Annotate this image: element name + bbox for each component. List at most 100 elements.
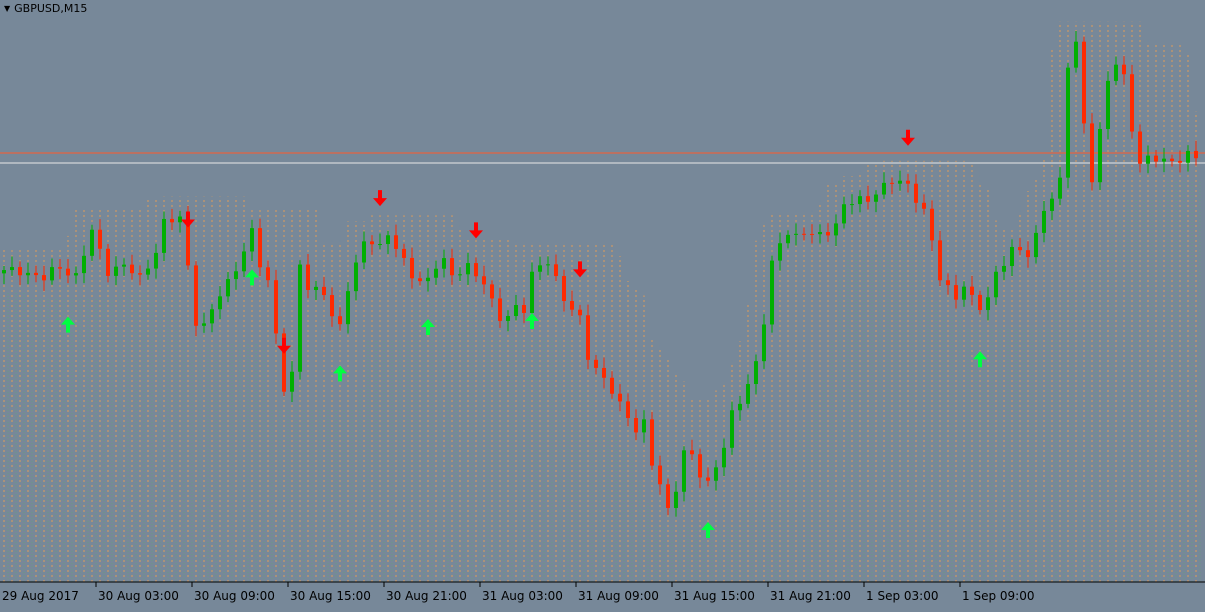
time-tick-label: 29 Aug 2017 (2, 589, 79, 603)
bull-candle (898, 180, 902, 184)
bull-candle (314, 286, 318, 290)
bear-candle (138, 273, 142, 275)
bull-candle (874, 194, 878, 202)
horizontal-levels (0, 152, 1205, 164)
bull-candle (538, 265, 542, 272)
bear-candle (554, 264, 558, 277)
bull-candle (1106, 80, 1110, 130)
time-tick-label: 30 Aug 21:00 (386, 589, 467, 603)
bull-candle (466, 263, 470, 275)
bull-candle (26, 272, 30, 276)
bear-candle (666, 484, 670, 508)
bull-candle (642, 419, 646, 433)
sell-arrow-icon (181, 211, 195, 228)
bear-candle (922, 202, 926, 209)
bull-candle (674, 491, 678, 508)
bull-candle (714, 467, 718, 481)
bear-candle (610, 377, 614, 394)
bear-candle (586, 315, 590, 360)
bull-candle (122, 264, 126, 267)
bull-candle (834, 223, 838, 236)
bear-candle (98, 229, 102, 249)
bear-candle (402, 248, 406, 258)
bear-candle (690, 450, 694, 455)
bull-candle (74, 273, 78, 276)
bear-candle (274, 280, 278, 334)
bear-candle (370, 241, 374, 245)
bear-candle (658, 465, 662, 485)
bull-candle (754, 361, 758, 385)
bear-candle (418, 278, 422, 282)
price-chart[interactable]: 29 Aug 2017 30 Aug 03:00 30 Aug 09:00 30 Au… (0, 0, 1205, 612)
time-tick-label: 31 Aug 03:00 (482, 589, 563, 603)
bear-candle (338, 316, 342, 325)
bear-candle (266, 267, 270, 281)
bull-candle (82, 255, 86, 274)
time-tick-label: 30 Aug 09:00 (194, 589, 275, 603)
bear-candle (1122, 64, 1126, 75)
bear-candle (594, 359, 598, 368)
bull-candle (1058, 177, 1062, 199)
bull-candle (226, 279, 230, 297)
bull-candle (514, 305, 518, 317)
bear-candle (1026, 250, 1030, 258)
bull-candle (202, 323, 206, 326)
bear-candle (946, 280, 950, 286)
bull-candle (1066, 67, 1070, 178)
bear-candle (1154, 155, 1158, 162)
bear-candle (810, 233, 814, 235)
bear-candle (1170, 158, 1174, 161)
bear-candle (1130, 74, 1134, 132)
bull-candle (506, 316, 510, 321)
bear-candle (698, 454, 702, 478)
bull-candle (858, 196, 862, 205)
bear-candle (170, 218, 174, 223)
bull-candle (426, 277, 430, 282)
bear-candle (1018, 247, 1022, 251)
bull-candle (730, 410, 734, 448)
time-axis: 29 Aug 2017 30 Aug 03:00 30 Aug 09:00 30 Au… (0, 581, 1205, 603)
bear-candle (1082, 41, 1086, 124)
bull-candle (818, 232, 822, 235)
bull-candle (530, 271, 534, 313)
bull-candle (1050, 198, 1054, 211)
bull-candle (770, 260, 774, 325)
bull-candle (1034, 232, 1038, 258)
bull-candle (354, 262, 358, 292)
bear-candle (914, 183, 918, 203)
bear-candle (578, 309, 582, 316)
buy-arrow-icon (333, 365, 347, 382)
time-tick-label: 1 Sep 09:00 (962, 589, 1034, 603)
bear-candle (1090, 123, 1094, 183)
bull-candle (378, 244, 382, 246)
bull-candle (738, 403, 742, 411)
bull-candle (1002, 265, 1006, 272)
chart-window[interactable]: ▼ GBPUSD,M15 29 Aug 2017 30 Aug 03:00 30 Au… (0, 0, 1205, 612)
bear-candle (970, 286, 974, 295)
bear-candle (490, 284, 494, 299)
bull-candle (2, 270, 6, 274)
bear-candle (602, 367, 606, 378)
bear-candle (258, 228, 262, 268)
time-tick-label: 1 Sep 03:00 (866, 589, 938, 603)
bear-candle (626, 401, 630, 419)
bear-candle (34, 272, 38, 276)
bear-candle (322, 286, 326, 296)
bear-candle (1178, 160, 1182, 163)
bear-candle (618, 393, 622, 402)
bull-candle (1146, 155, 1150, 164)
bull-candle (986, 297, 990, 311)
time-tick-label: 31 Aug 21:00 (770, 589, 851, 603)
bull-candle (434, 268, 438, 278)
bull-candle (546, 264, 550, 266)
bull-candle (1098, 129, 1102, 183)
bear-candle (706, 477, 710, 481)
bear-candle (498, 298, 502, 321)
bear-candle (522, 305, 526, 313)
bear-candle (978, 294, 982, 311)
bear-candle (306, 264, 310, 290)
bear-candle (330, 295, 334, 317)
bull-candle (154, 252, 158, 269)
bear-candle (66, 268, 70, 276)
bull-candle (362, 241, 366, 263)
